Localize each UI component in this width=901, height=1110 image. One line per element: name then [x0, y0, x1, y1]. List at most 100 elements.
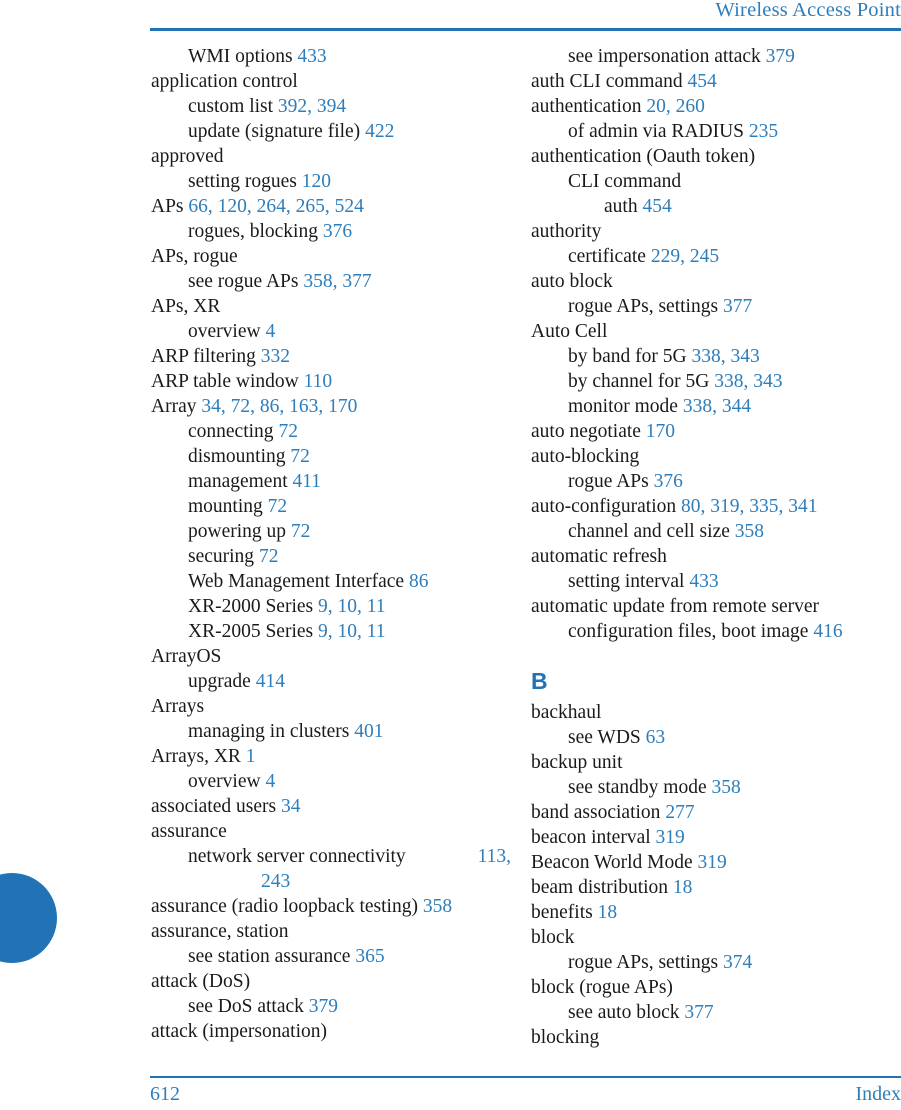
index-entry-text: Auto Cell	[531, 321, 608, 342]
index-entry-text: rogues, blocking	[188, 221, 323, 242]
index-entry-text: automatic refresh	[531, 546, 667, 567]
index-entry-text: overview	[188, 771, 266, 792]
index-entry-page-numbers[interactable]: 338, 344	[683, 396, 751, 417]
index-entry-page-numbers[interactable]: 235	[749, 121, 778, 142]
index-entry-page-numbers[interactable]: 379	[309, 996, 338, 1017]
index-entry: attack (impersonation)	[151, 1019, 511, 1044]
index-entry-text: benefits	[531, 902, 598, 923]
index-entry: update (signature file) 422	[151, 119, 511, 144]
index-entry-text: managing in clusters	[188, 721, 355, 742]
index-entry: CLI command	[531, 169, 901, 194]
index-entry: auto-blocking	[531, 444, 901, 469]
index-entry-text: mounting	[188, 496, 268, 517]
index-entry-page-numbers[interactable]: 377	[723, 296, 752, 317]
index-entry: powering up 72	[151, 519, 511, 544]
index-entry-text: configuration files, boot image	[568, 621, 814, 642]
index-entry: authentication 20, 260	[531, 94, 901, 119]
index-entry-page-numbers[interactable]: 243	[261, 871, 290, 892]
footer-section-label: Index	[855, 1083, 901, 1105]
index-entry-page-numbers[interactable]: 72	[290, 446, 310, 467]
index-entry-page-numbers[interactable]: 72	[268, 496, 288, 517]
index-entry-page-numbers[interactable]: 422	[365, 121, 394, 142]
index-entry-page-numbers[interactable]: 319	[656, 827, 685, 848]
index-entry-page-numbers[interactable]: 454	[642, 196, 671, 217]
index-entry-page-numbers[interactable]: 376	[654, 471, 683, 492]
index-entry-page-numbers[interactable]: 338, 343	[714, 371, 782, 392]
index-entry-page-numbers[interactable]: 358	[712, 777, 741, 798]
index-entry-page-numbers[interactable]: 416	[813, 621, 842, 642]
index-entry-page-numbers[interactable]: 18	[598, 902, 618, 923]
index-entry: see rogue APs 358, 377	[151, 269, 511, 294]
index-entry-page-numbers[interactable]: 392, 394	[278, 96, 346, 117]
index-entry-page-numbers[interactable]: 34, 72, 86, 163, 170	[201, 396, 357, 417]
index-entry-page-numbers[interactable]: 433	[689, 571, 718, 592]
index-entry-page-numbers[interactable]: 414	[256, 671, 285, 692]
index-entry: associated users 34	[151, 794, 511, 819]
index-entry-page-numbers[interactable]: 376	[323, 221, 352, 242]
index-entry-page-numbers[interactable]: 401	[354, 721, 383, 742]
index-entry-page-numbers[interactable]: 20, 260	[646, 96, 705, 117]
index-entry-text: assurance	[151, 821, 227, 842]
index-entry-page-numbers[interactable]: 1	[246, 746, 256, 767]
index-entry-text: assurance (radio loopback testing)	[151, 896, 423, 917]
index-entry-page-numbers[interactable]: 4	[265, 771, 275, 792]
index-entry-page-numbers[interactable]: 358, 377	[303, 271, 371, 292]
index-entry-text: network server connectivity	[188, 846, 406, 867]
section-letter-heading: B	[531, 668, 548, 694]
index-entry-text: approved	[151, 146, 224, 167]
index-entry-page-numbers[interactable]: 120	[302, 171, 331, 192]
index-entry-text: auth CLI command	[531, 71, 688, 92]
index-entry-text: WMI options	[188, 46, 298, 67]
index-entry: management 411	[151, 469, 511, 494]
index-entry-page-numbers[interactable]: 379	[766, 46, 795, 67]
index-entry-page-numbers[interactable]: 332	[261, 346, 290, 367]
index-entry: rogue APs, settings 377	[531, 294, 901, 319]
index-entry-text: auto-blocking	[531, 446, 640, 467]
index-entry-page-numbers[interactable]: 338, 343	[691, 346, 759, 367]
index-entry-text: Arrays	[151, 696, 205, 717]
index-entry-text: of admin via RADIUS	[568, 121, 749, 142]
index-entry-page-numbers[interactable]: 63	[646, 727, 666, 748]
index-entry-text: ARP table window	[151, 371, 304, 392]
index-entry: Auto Cell	[531, 319, 901, 344]
index-entry: overview 4	[151, 319, 511, 344]
index-entry-text: automatic update from remote server	[531, 596, 820, 617]
index-entry-page-numbers[interactable]: 18	[673, 877, 693, 898]
index-entry-page-numbers[interactable]: 454	[688, 71, 717, 92]
index-entry-page-numbers[interactable]: 34	[281, 796, 301, 817]
index-entry-page-numbers[interactable]: 319	[698, 852, 727, 873]
index-entry-page-numbers[interactable]: 80, 319, 335, 341	[681, 496, 818, 517]
index-entry-page-numbers[interactable]: 9, 10, 11	[318, 596, 386, 617]
index-entry-text: see auto block	[568, 1002, 685, 1023]
index-entry: rogue APs 376	[531, 469, 901, 494]
index-entry: XR-2000 Series 9, 10, 11	[151, 594, 511, 619]
index-entry-page-numbers[interactable]: 86	[409, 571, 429, 592]
index-entry: channel and cell size 358	[531, 519, 901, 544]
index-entry-page-numbers[interactable]: 72	[291, 521, 311, 542]
index-entry-page-numbers[interactable]: 358	[735, 521, 764, 542]
index-entry-text: custom list	[188, 96, 278, 117]
index-entry-page-numbers[interactable]: 110	[304, 371, 333, 392]
index-entry: certificate 229, 245	[531, 244, 901, 269]
index-entry-page-numbers[interactable]: 374	[723, 952, 752, 973]
index-entry-page-numbers[interactable]: 66, 120, 264, 265, 524	[188, 196, 364, 217]
index-entry-page-numbers[interactable]: 358	[423, 896, 452, 917]
index-entry: beacon interval 319	[531, 825, 901, 850]
index-entry-page-numbers[interactable]: 170	[646, 421, 675, 442]
index-entry-text: APs, rogue	[151, 246, 238, 267]
index-entry-page-numbers[interactable]: 277	[665, 802, 694, 823]
index-entry-page-numbers[interactable]: 9, 10, 11	[318, 621, 386, 642]
index-entry-page-numbers[interactable]: 72	[278, 421, 298, 442]
index-entry-page-numbers[interactable]: 113,	[478, 844, 511, 869]
index-entry-page-numbers[interactable]: 411	[293, 471, 322, 492]
index-entry-text: see DoS attack	[188, 996, 309, 1017]
index-entry-page-numbers[interactable]: 433	[297, 46, 326, 67]
index-entry-text: associated users	[151, 796, 281, 817]
index-entry-page-numbers[interactable]: 365	[355, 946, 384, 967]
index-entry-page-numbers[interactable]: 377	[684, 1002, 713, 1023]
index-entry-page-numbers[interactable]: 72	[259, 546, 279, 567]
index-entry-page-numbers[interactable]: 4	[265, 321, 275, 342]
index-entry-text: ARP filtering	[151, 346, 261, 367]
index-entry-text: overview	[188, 321, 266, 342]
index-entry-page-numbers[interactable]: 229, 245	[651, 246, 719, 267]
